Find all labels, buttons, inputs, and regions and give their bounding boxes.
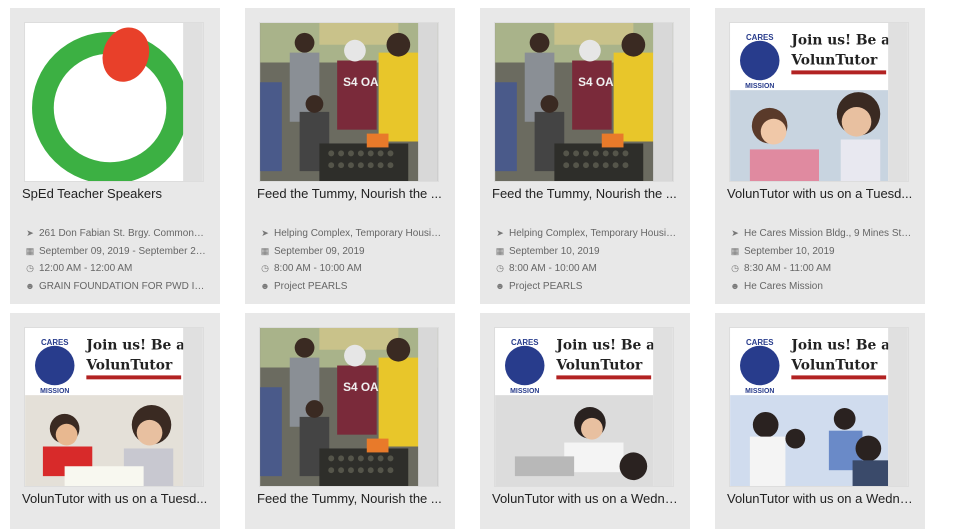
event-date: ▦ September 10, 2019 [495, 245, 600, 257]
svg-text:CARES: CARES [746, 33, 774, 42]
svg-text:VolunTutor: VolunTutor [555, 357, 643, 373]
voluntutor-poster-image: CARES MISSION Join us! Be a VolunTutor [495, 328, 673, 486]
svg-text:Join us! Be a: Join us! Be a [84, 338, 185, 354]
clock-icon: ◷ [496, 263, 504, 274]
svg-text:MISSION: MISSION [510, 388, 539, 395]
feeding-photo-image: S4 OA [495, 23, 673, 181]
event-date: ▦ September 09, 2019 - September 27, 2... [25, 245, 208, 257]
event-organizer: ☻ Project PEARLS [260, 280, 348, 292]
event-image[interactable]: CARES MISSION Join us! Be a VolunTutor [24, 327, 204, 487]
event-title[interactable]: Feed the Tummy, Nourish the ... [492, 186, 682, 201]
event-image[interactable]: CARES MISSION Join us! Be a VolunTutor [729, 327, 909, 487]
calendar-icon: ▦ [495, 245, 505, 256]
event-card[interactable]: CARES MISSION Join us! Be a VolunTutor V… [10, 313, 220, 529]
event-organizer: ☻ He Cares Mission [730, 280, 823, 292]
event-location: ➤ Helping Complex, Temporary Housing, ... [259, 225, 443, 243]
event-image[interactable]: S4 OA [494, 22, 674, 182]
event-title[interactable]: SpEd Teacher Speakers [22, 186, 212, 201]
svg-text:Join us! Be a: Join us! Be a [789, 338, 890, 354]
event-title[interactable]: VolunTutor with us on a Tuesd... [727, 186, 917, 201]
svg-text:Join us! Be a: Join us! Be a [554, 338, 655, 354]
svg-text:MISSION: MISSION [745, 388, 774, 395]
event-image[interactable]: S4 OA [259, 327, 439, 487]
event-organizer: ☻ Project PEARLS [495, 280, 583, 292]
event-title[interactable]: Feed the Tummy, Nourish the ... [257, 186, 447, 201]
users-icon: ☻ [495, 281, 505, 292]
svg-text:CARES: CARES [511, 338, 539, 347]
event-time: ◷ 8:00 AM - 10:00 AM [494, 260, 678, 278]
feeding-photo-image: S4 OA [260, 328, 438, 486]
svg-text:CARES: CARES [746, 338, 774, 347]
event-time: ◷ 12:00 AM - 12:00 AM [24, 260, 208, 278]
event-card[interactable]: S4 OA Feed the Tummy, Nourish the ... ➤ H… [245, 8, 455, 304]
clock-icon: ◷ [261, 263, 269, 274]
event-title[interactable]: VolunTutor with us on a Wedne... [492, 491, 682, 506]
users-icon: ☻ [25, 281, 35, 292]
event-image[interactable] [24, 22, 204, 182]
calendar-icon: ▦ [730, 245, 740, 256]
feeding-photo-image: S4 OA [260, 23, 438, 181]
voluntutor-poster-image: CARES MISSION Join us! Be a VolunTutor [730, 23, 908, 181]
calendar-icon: ▦ [260, 245, 270, 256]
svg-text:VolunTutor: VolunTutor [85, 357, 173, 373]
event-image[interactable]: CARES MISSION Join us! Be a VolunTutor [729, 22, 909, 182]
clock-icon: ◷ [26, 263, 34, 274]
event-date: ▦ September 10, 2019 [730, 245, 835, 257]
event-date: ▦ September 09, 2019 [260, 245, 365, 257]
svg-text:Join us! Be a: Join us! Be a [789, 33, 890, 49]
location-arrow-icon: ➤ [496, 228, 504, 239]
event-card[interactable]: S4 OA Feed the Tummy, Nourish the ... [245, 313, 455, 529]
event-location: ➤ Helping Complex, Temporary Housing, ... [494, 225, 678, 243]
voluntutor-poster-image: CARES MISSION Join us! Be a VolunTutor [25, 328, 203, 486]
event-time: ◷ 8:30 AM - 11:00 AM [729, 260, 913, 278]
event-location: ➤ 261 Don Fabian St. Brgy. Commonwea... [24, 225, 208, 243]
clock-icon: ◷ [731, 263, 739, 274]
event-card[interactable]: CARES MISSION Join us! Be a VolunTutor V… [715, 8, 925, 304]
event-organizer: ☻ GRAIN FOUNDATION FOR PWD INC. [25, 280, 208, 292]
users-icon: ☻ [260, 281, 270, 292]
svg-text:S4 OA: S4 OA [343, 75, 379, 89]
calendar-icon: ▦ [25, 245, 35, 256]
svg-text:S4 OA: S4 OA [343, 380, 379, 394]
event-time: ◷ 8:00 AM - 10:00 AM [259, 260, 443, 278]
event-title[interactable]: VolunTutor with us on a Tuesd... [22, 491, 212, 506]
event-image[interactable]: S4 OA [259, 22, 439, 182]
voluntutor-poster-image: CARES MISSION Join us! Be a VolunTutor [730, 328, 908, 486]
grain-logo-image [25, 23, 203, 181]
location-arrow-icon: ➤ [261, 228, 269, 239]
svg-text:VolunTutor: VolunTutor [790, 357, 878, 373]
svg-text:CARES: CARES [41, 338, 69, 347]
event-title[interactable]: VolunTutor with us on a Wedne... [727, 491, 917, 506]
event-card[interactable]: CARES MISSION Join us! Be a VolunTutor V… [715, 313, 925, 529]
event-title[interactable]: Feed the Tummy, Nourish the ... [257, 491, 447, 506]
location-arrow-icon: ➤ [731, 228, 739, 239]
event-location: ➤ He Cares Mission Bldg., 9 Mines St. Pr.… [729, 225, 913, 243]
event-card[interactable]: S4 OA Feed the Tummy, Nourish the ... ➤ H… [480, 8, 690, 304]
event-image[interactable]: CARES MISSION Join us! Be a VolunTutor [494, 327, 674, 487]
location-arrow-icon: ➤ [26, 228, 34, 239]
event-card[interactable]: SpEd Teacher Speakers ➤ 261 Don Fabian St… [10, 8, 220, 304]
events-grid: SpEd Teacher Speakers ➤ 261 Don Fabian St… [10, 8, 950, 529]
users-icon: ☻ [730, 281, 740, 292]
event-card[interactable]: CARES MISSION Join us! Be a VolunTutor V… [480, 313, 690, 529]
svg-text:MISSION: MISSION [40, 388, 69, 395]
svg-text:S4 OA: S4 OA [578, 75, 614, 89]
svg-text:MISSION: MISSION [745, 83, 774, 90]
svg-text:VolunTutor: VolunTutor [790, 52, 878, 68]
